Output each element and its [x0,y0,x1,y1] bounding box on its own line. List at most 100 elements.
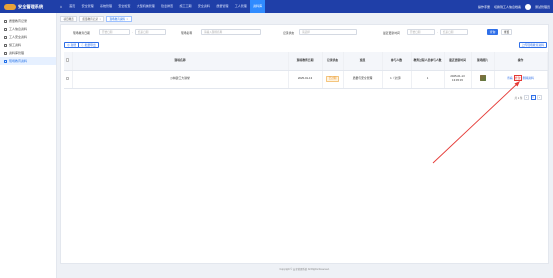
nav-item-9[interactable]: 工人管理 [232,0,250,13]
nav-item-1[interactable]: 安全管理 [78,0,96,13]
sidebar: 质量教育记录 工人信息资料 工人安全资料 施工资料资料库管理现场教育资料 [0,13,57,278]
sidebar-item-2[interactable]: 工人安全资料 [0,33,56,41]
close-icon[interactable]: × [127,18,129,21]
document-icon [4,27,7,31]
filter-bar: 现场教育日期 开始日期 - 结束日期 现场名称 请输入现场名称 记录状态 请选择… [61,29,550,36]
sidebar-item-4[interactable]: 资料库管理 [0,49,56,57]
nav-item-6[interactable]: 施工工期 [176,0,194,13]
cell-updated: 2025-01-13 13:45:15 [444,70,472,89]
page-1-button[interactable]: 1 [530,95,536,100]
column-header: 现场教育日期 [288,52,323,71]
document-icon [4,19,7,23]
date-filter-label: 现场教育日期 [73,30,90,35]
nav-item-5[interactable]: 隐患排查 [158,0,176,13]
nav-item-4[interactable]: 大型机械管理 [134,0,158,13]
table-row[interactable]: 沙林建工大讲堂 2025-01-13 已过期 质量与安全管理 1（全部） 1 2… [64,70,548,89]
sidebar-item-3[interactable]: 施工资料 [0,41,56,49]
switch-link[interactable]: 切换到工人信息档案 [494,5,521,9]
sidebar-item-label: 现场教育资料 [9,59,28,63]
date-separator: - [132,30,133,34]
page-tabs: 项目概览 质量教育记录 × 现场教育资料 × [60,16,132,22]
brand-logo [4,3,16,10]
header-select-all[interactable] [64,52,73,71]
date-end-input[interactable]: 结束日期 [135,29,166,35]
document-icon [4,35,7,39]
sidebar-item-label: 资料库管理 [9,51,25,55]
cell-name: 沙林建工大讲堂 [72,70,289,89]
name-filter-label: 现场名称 [181,30,193,35]
select-all-checkbox[interactable] [66,58,70,62]
row-checkbox[interactable] [66,76,70,80]
sidebar-item-label: 工人信息资料 [9,27,28,31]
add-button[interactable]: ⊕ 新增 [64,42,80,48]
column-header: 记录状态 [322,52,344,71]
nav-item-7[interactable]: 安全资料 [195,0,213,13]
nav-item-3[interactable]: 安全检查 [115,0,133,13]
search-button[interactable]: 查询 [487,29,498,35]
cell-team: 质量与安全管理 [343,70,383,89]
reset-button[interactable]: 重置 [501,29,512,35]
nav-item-0[interactable]: 首页 [66,0,78,13]
cell-operations: 查看 修改 删除资料 [494,70,548,89]
column-header: 参与人数 [382,52,412,71]
document-icon [4,51,7,55]
column-header: 现场照片 [471,52,495,71]
tab-overview[interactable]: 项目概览 [60,16,78,22]
sidebar-item-label: 施工资料 [9,43,22,47]
records-table: 现场名称 现场教育日期 记录状态 班组 参与人数 教育过程人员参与人数 最近更新… [64,52,548,89]
cell-participants: 1 [411,70,445,89]
edit-link[interactable]: 修改 [513,75,522,82]
cell-count: 1（全部） [382,70,412,89]
document-icon [4,59,7,63]
brand[interactable]: 安全管理系统 [0,0,58,13]
sidebar-item-1[interactable]: 工人信息资料 [0,25,56,33]
nav-item-8[interactable]: 质量管理 [213,0,231,13]
photo-thumbnail[interactable] [479,75,486,82]
status-select[interactable]: 请选择 [299,29,357,35]
user-name[interactable]: 测试管理员 [535,5,550,9]
column-header: 现场名称 [72,52,289,71]
footer: Copyright © 安全管理系统 All Rights Reserved. [279,268,330,271]
updated-filter-label: 最近更新时间 [383,30,400,35]
avatar[interactable] [524,3,531,10]
view-link[interactable]: 查看 [507,76,513,80]
tab-site-education[interactable]: 现场教育资料 × [105,16,132,22]
column-header: 班组 [343,52,383,71]
table-header-row: 现场名称 现场教育日期 记录状态 班组 参与人数 教育过程人员参与人数 最近更新… [64,52,548,71]
updated-separator: - [437,30,438,34]
next-page-button[interactable]: › [537,95,542,100]
column-header: 教育过程人员参与人数 [411,52,445,71]
app-title: 安全管理系统 [18,3,44,9]
tab-quality-education[interactable]: 质量教育记录 × [78,16,105,22]
sidebar-item-5[interactable]: 现场教育资料 [0,57,56,65]
status-badge: 已过期 [326,76,339,82]
pagination: 共 1 条 ‹ 1 › [514,95,542,100]
upload-materials-button[interactable]: 上传现场教育资料 [518,42,547,48]
name-search-input[interactable]: 请输入现场名称 [201,29,261,35]
column-header: 操作 [494,52,548,71]
column-header: 最近更新时间 [444,52,472,71]
sidebar-item-label: 工人安全资料 [9,35,28,39]
close-icon[interactable]: × [99,18,101,21]
delete-materials-link[interactable]: 删除资料 [523,76,534,80]
top-right-area: 操作手册 切换到工人信息档案 测试管理员 [478,0,550,13]
date-start-input[interactable]: 开始日期 [99,29,130,35]
cell-status: 已过期 [322,70,344,89]
main-nav: 首页 安全管理 系统管理 安全检查 大型机械管理 隐患排查 施工工期 安全资料 质量管理 工人管理… [66,0,266,13]
nav-item-10[interactable]: 资料库 [249,0,266,13]
document-icon [4,43,7,47]
main-panel: 现场教育日期 开始日期 - 结束日期 现场名称 请输入现场名称 记录状态 请选择… [60,24,549,264]
cell-date: 2025-01-13 [288,70,323,89]
prev-page-button[interactable]: ‹ [524,95,529,100]
manual-link[interactable]: 操作手册 [478,5,490,9]
sidebar-item-label: 质量教育记录 [9,19,28,23]
updated-end-input[interactable]: 结束日期 [440,29,468,35]
sidebar-item-0[interactable]: 质量教育记录 [0,17,56,25]
nav-item-2[interactable]: 系统管理 [97,0,115,13]
export-button[interactable]: ⇩ 批量导出 [78,42,99,48]
home-icon[interactable]: ⌂ [58,4,64,9]
cell-photo [471,70,495,89]
row-select-cell[interactable] [64,70,73,89]
updated-start-input[interactable]: 开始日期 [407,29,435,35]
pagination-total: 共 1 条 [514,96,523,100]
